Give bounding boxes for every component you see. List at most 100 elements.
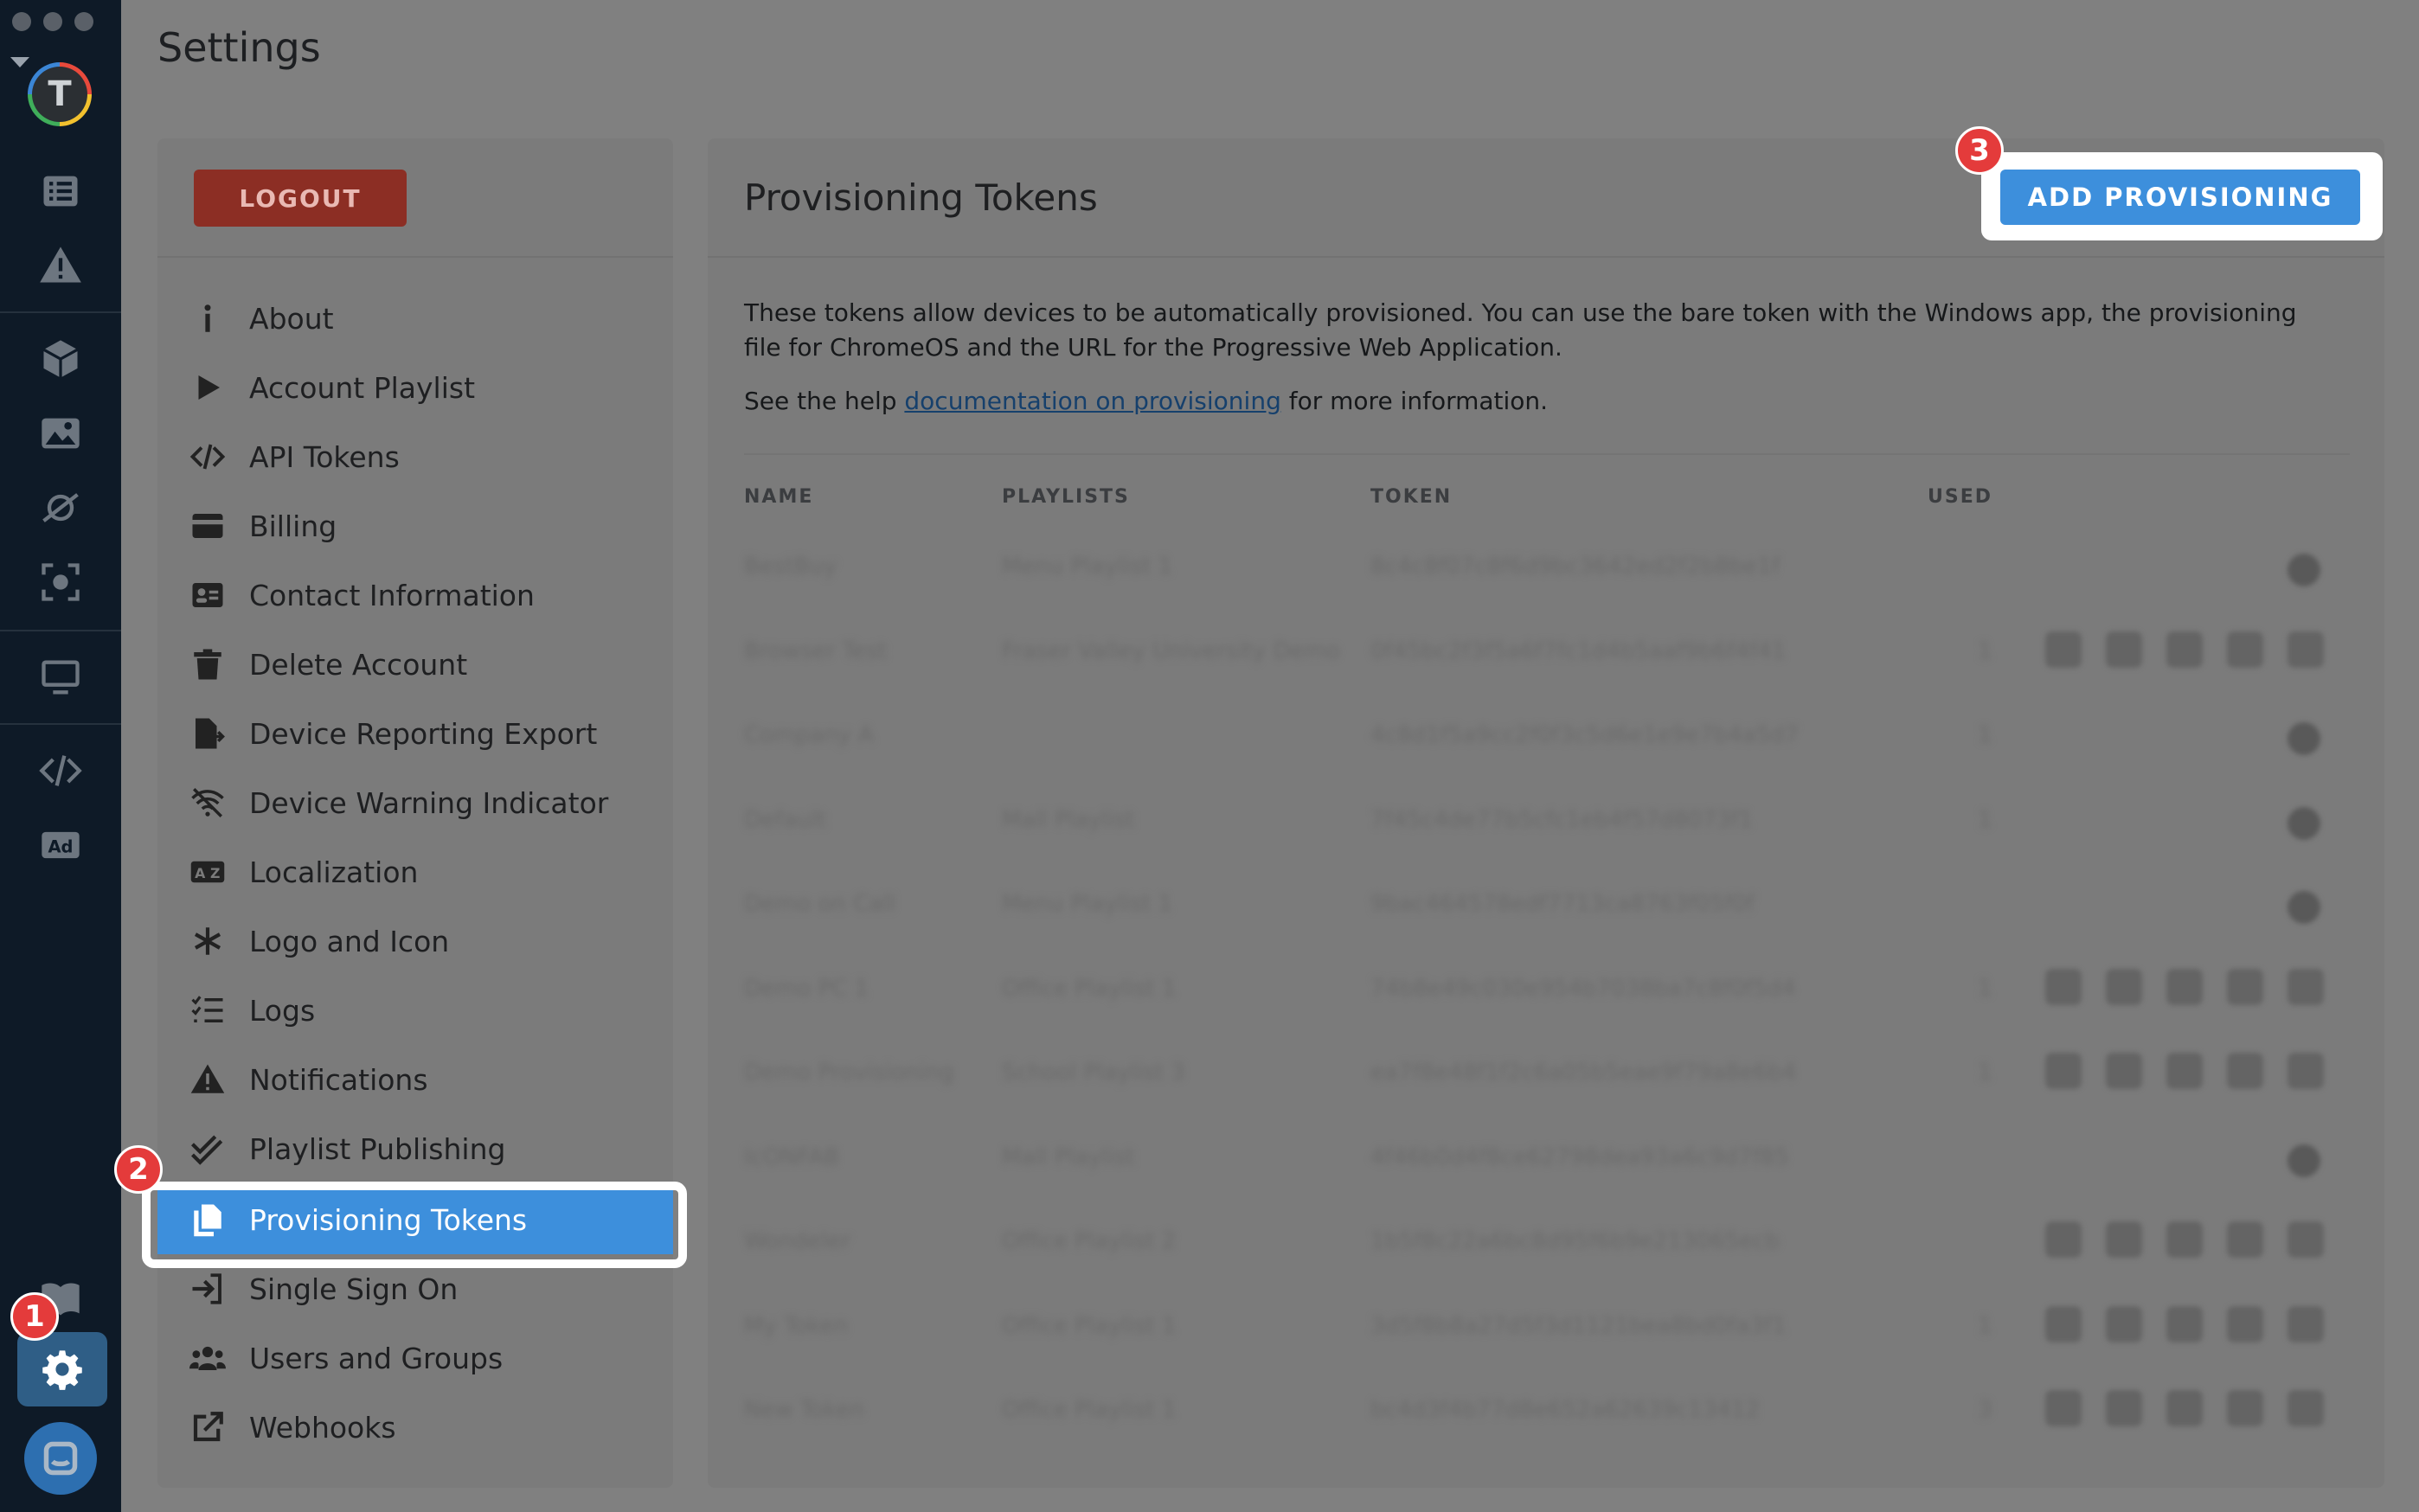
link-icon[interactable] bbox=[2166, 968, 2203, 1005]
list-icon[interactable] bbox=[30, 161, 91, 221]
column-header-token[interactable]: TOKEN bbox=[1370, 486, 1452, 508]
screenshot-icon[interactable] bbox=[30, 552, 91, 612]
nav-item-webhooks[interactable]: Webhooks bbox=[157, 1393, 673, 1462]
token-value-cell: bc4d3f4b77d8e652a62639c13412 bbox=[1370, 1397, 1760, 1423]
remove-icon[interactable] bbox=[2287, 968, 2324, 1005]
documentation-link[interactable]: documentation on provisioning bbox=[904, 387, 1280, 415]
column-header-name[interactable]: NAME bbox=[744, 486, 813, 508]
edit-icon[interactable] bbox=[2045, 968, 2082, 1005]
remove-icon[interactable] bbox=[2287, 722, 2320, 755]
table-row[interactable]: New Token Office Playlist 1 bc4d3f4b77d8e6… bbox=[744, 1371, 2350, 1456]
table-row[interactable]: BestBuy Menu Playlist 1 8c4c8f07c8f6d9bc36… bbox=[744, 528, 2350, 612]
reset-icon[interactable] bbox=[2106, 1305, 2142, 1342]
nav-item-logs[interactable]: Logs bbox=[157, 976, 673, 1045]
nav-item-account-playlist[interactable]: Account Playlist bbox=[157, 353, 673, 422]
column-header-playlists[interactable]: PLAYLISTS bbox=[1002, 486, 1130, 508]
nav-item-provisioning-tokens[interactable]: Provisioning Tokens bbox=[157, 1185, 673, 1254]
window-close-button[interactable] bbox=[12, 12, 31, 31]
edit-icon[interactable] bbox=[2045, 1390, 2082, 1426]
table-row[interactable]: My Token Office Playlist 1 3d5f8b8a27d5f3d… bbox=[744, 1287, 2350, 1372]
nav-item-label: Provisioning Tokens bbox=[249, 1202, 528, 1237]
table-row[interactable]: Demo PC 1 Office Playlist 1 74b8e49c030e95… bbox=[744, 950, 2350, 1035]
warning-icon[interactable] bbox=[30, 235, 91, 296]
link-icon[interactable] bbox=[2166, 631, 2203, 668]
download-icon[interactable] bbox=[2227, 1390, 2263, 1426]
nav-item-localization[interactable]: AZ Localization bbox=[157, 837, 673, 907]
token-playlist-cell: Office Playlist 1 bbox=[1002, 1312, 1177, 1339]
window-controls bbox=[12, 12, 93, 31]
nav-item-label: Single Sign On bbox=[249, 1272, 459, 1306]
nav-item-playlist-publishing[interactable]: Playlist Publishing bbox=[157, 1114, 673, 1183]
remove-icon[interactable] bbox=[2287, 631, 2324, 668]
remove-icon[interactable] bbox=[2287, 806, 2320, 840]
caret-down-icon[interactable] bbox=[10, 57, 29, 67]
chat-icon bbox=[43, 1441, 78, 1476]
nav-item-device-reporting-export[interactable]: Device Reporting Export bbox=[157, 699, 673, 768]
token-used-cell: 1 bbox=[1978, 806, 1992, 833]
code-icon[interactable] bbox=[30, 740, 91, 801]
table-row[interactable]: Browser Test Fraser Valley University Dem… bbox=[744, 612, 2350, 697]
reset-icon[interactable] bbox=[2106, 1053, 2142, 1089]
remove-icon[interactable] bbox=[2287, 554, 2320, 586]
download-icon[interactable] bbox=[2227, 968, 2263, 1005]
chat-support-button[interactable] bbox=[24, 1422, 97, 1495]
ad-icon[interactable]: Ad bbox=[30, 815, 91, 875]
wifi-off-icon bbox=[183, 785, 232, 821]
token-name-cell: Demo PC 1 bbox=[744, 975, 869, 1002]
nav-item-single-sign-on[interactable]: Single Sign On bbox=[157, 1254, 673, 1323]
nav-item-device-warning-indicator[interactable]: Device Warning Indicator bbox=[157, 768, 673, 837]
remove-icon[interactable] bbox=[2287, 891, 2320, 924]
nav-item-about[interactable]: About bbox=[157, 284, 673, 353]
download-icon[interactable] bbox=[2227, 1053, 2263, 1089]
remove-icon[interactable] bbox=[2287, 1144, 2320, 1177]
nav-item-logo-and-icon[interactable]: Logo and Icon bbox=[157, 907, 673, 976]
reset-icon[interactable] bbox=[2106, 1221, 2142, 1258]
nav-item-delete-account[interactable]: Delete Account bbox=[157, 630, 673, 699]
link-icon[interactable] bbox=[2166, 1390, 2203, 1426]
reset-icon[interactable] bbox=[2106, 968, 2142, 1005]
edit-icon[interactable] bbox=[2045, 631, 2082, 668]
reset-icon[interactable] bbox=[2106, 631, 2142, 668]
cube-icon[interactable] bbox=[30, 329, 91, 389]
nav-item-notifications[interactable]: Notifications bbox=[157, 1045, 673, 1114]
token-used-cell: 1 bbox=[1978, 975, 1992, 1002]
satellite-icon[interactable] bbox=[30, 477, 91, 538]
window-minimize-button[interactable] bbox=[43, 12, 62, 31]
table-row[interactable]: Company A 4c8d1f5a9cc2f0f3c5d6e1e9e7b4a5d… bbox=[744, 696, 2350, 781]
settings-nav-button[interactable] bbox=[17, 1332, 107, 1406]
app-logo[interactable]: T bbox=[28, 62, 92, 126]
logout-button[interactable]: LOGOUT bbox=[194, 170, 407, 227]
remove-icon[interactable] bbox=[2287, 1053, 2324, 1089]
edit-icon[interactable] bbox=[2045, 1053, 2082, 1089]
download-icon[interactable] bbox=[2227, 1305, 2263, 1342]
image-icon[interactable] bbox=[30, 403, 91, 464]
nav-item-api-tokens[interactable]: API Tokens bbox=[157, 422, 673, 491]
remove-icon[interactable] bbox=[2287, 1305, 2324, 1342]
window-maximize-button[interactable] bbox=[74, 12, 93, 31]
nav-item-billing[interactable]: Billing bbox=[157, 491, 673, 561]
link-icon[interactable] bbox=[2166, 1221, 2203, 1258]
monitor-icon[interactable] bbox=[30, 647, 91, 708]
remove-icon[interactable] bbox=[2287, 1221, 2324, 1258]
nav-item-contact-information[interactable]: Contact Information bbox=[157, 561, 673, 630]
app-sidebar-rail: T Ad bbox=[0, 0, 121, 1512]
column-header-used[interactable]: USED bbox=[1928, 486, 1992, 508]
nav-item-users-and-groups[interactable]: Users and Groups bbox=[157, 1323, 673, 1393]
table-row[interactable]: Demo on Call Menu Playlist 1 9bac464578edf… bbox=[744, 865, 2350, 950]
edit-icon[interactable] bbox=[2045, 1221, 2082, 1258]
table-row[interactable]: IcONFAB Mall Playlist 4f46b0d4f8ce62798dea… bbox=[744, 1118, 2350, 1203]
row-actions bbox=[2045, 631, 2324, 668]
external-link-icon bbox=[183, 1409, 232, 1445]
link-icon[interactable] bbox=[2166, 1305, 2203, 1342]
remove-icon[interactable] bbox=[2287, 1390, 2324, 1426]
link-icon[interactable] bbox=[2166, 1053, 2203, 1089]
download-icon[interactable] bbox=[2227, 631, 2263, 668]
add-provisioning-button[interactable]: ADD PROVISIONING bbox=[2000, 170, 2360, 225]
row-actions bbox=[2045, 1221, 2324, 1258]
edit-icon[interactable] bbox=[2045, 1305, 2082, 1342]
table-row[interactable]: Demo Provisioning School Playlist 3 ea7f8e… bbox=[744, 1034, 2350, 1118]
table-row[interactable]: Default Mall Playlist 7f45c4de77b5cfc1eb4f… bbox=[744, 781, 2350, 866]
table-row[interactable]: Wondeler Office Playlist 2 1b5f8c22a6bc8d9… bbox=[744, 1202, 2350, 1287]
reset-icon[interactable] bbox=[2106, 1390, 2142, 1426]
download-icon[interactable] bbox=[2227, 1221, 2263, 1258]
